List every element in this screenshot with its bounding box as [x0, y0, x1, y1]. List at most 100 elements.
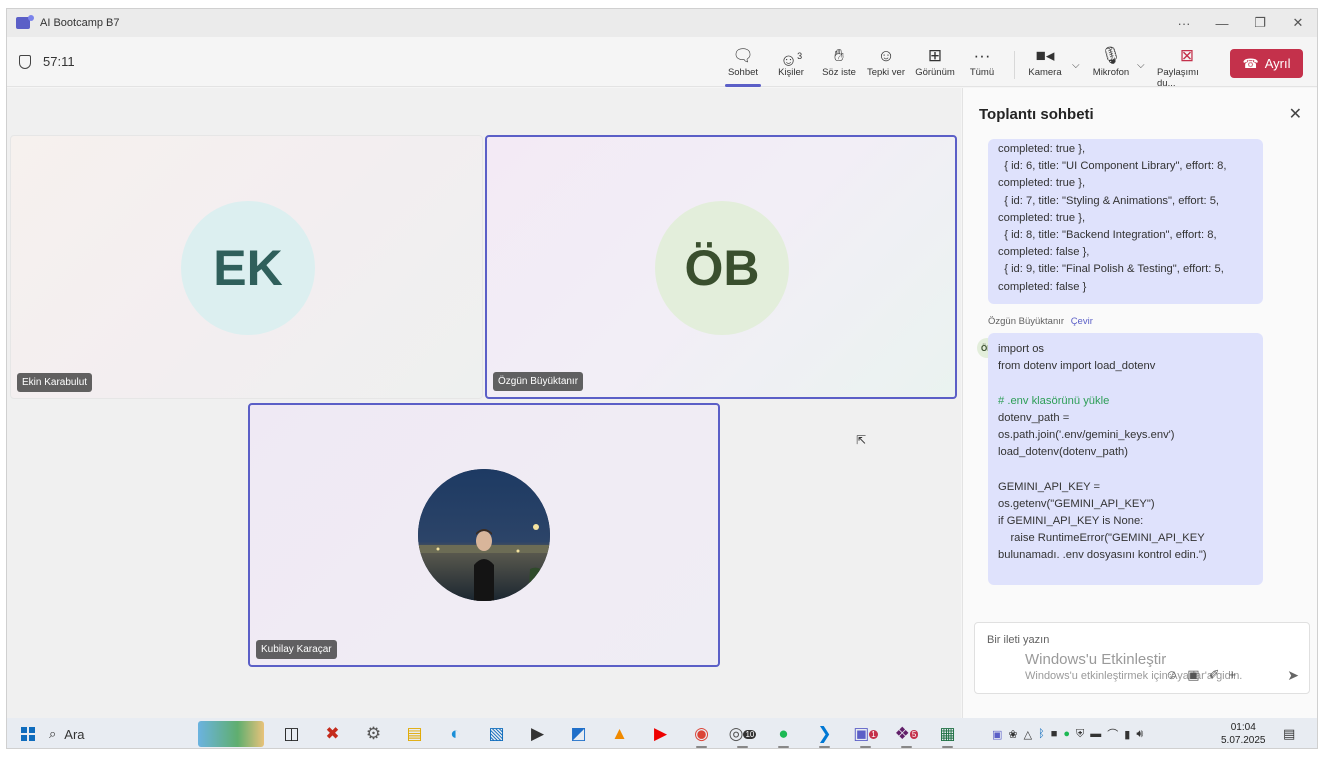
- camera-options-chevron-icon[interactable]: ⌵: [1072, 60, 1080, 71]
- participant-tile-kubilay[interactable]: Kubilay Karaçar: [248, 403, 720, 667]
- chrome-badge: 10: [743, 729, 757, 739]
- translate-link[interactable]: Çevir: [1071, 316, 1093, 327]
- attach-icon[interactable]: ✐: [1209, 667, 1220, 683]
- send-icon[interactable]: ➤: [1287, 667, 1299, 684]
- windows-start-icon[interactable]: [21, 727, 35, 741]
- react-button[interactable]: ☺ Tepki ver: [862, 45, 910, 85]
- share-button[interactable]: ⊠ Paylaşımı du...: [1157, 45, 1217, 89]
- react-label: Tepki ver: [866, 67, 905, 78]
- minimize-button[interactable]: —: [1203, 9, 1241, 37]
- message-compose-box[interactable]: Bir ileti yazın Windows'u Etkinleştir Wi…: [974, 622, 1310, 694]
- view-label: Görünüm: [915, 67, 955, 78]
- sender-name: Özgün Büyüktanır: [988, 316, 1065, 327]
- wifi-icon[interactable]: ⌒: [1107, 726, 1118, 742]
- chat-label: Sohbet: [727, 67, 759, 78]
- chat-button[interactable]: 🗨︎ Sohbet: [719, 45, 767, 87]
- chrome-profile-icon[interactable]: ◎ 10: [729, 720, 757, 748]
- teams-window: AI Bootcamp B7 ··· — ❐ ✕ 57:11 🗨︎ Sohbet…: [6, 8, 1318, 749]
- teams-taskbar-icon[interactable]: ▣ 1: [852, 720, 879, 748]
- meeting-toolbar: 57:11 🗨︎ Sohbet ☺︎3 Kişiler ✋︎ Söz iste …: [7, 37, 1317, 89]
- more-button[interactable]: ··· Tümü: [958, 45, 1006, 85]
- edge-icon[interactable]: ◐: [442, 720, 469, 748]
- chrome-icon[interactable]: ◉: [688, 720, 715, 748]
- code-text: dotenv_path = os.path.join('.env/gemini_…: [998, 411, 1207, 562]
- slack-badge: 5: [909, 729, 919, 739]
- clock-time: 01:04: [1230, 722, 1256, 733]
- camera-button[interactable]: ■◂ Kamera: [1021, 45, 1069, 85]
- leave-label: Ayrıl: [1264, 56, 1291, 71]
- hang-up-icon: ☎︎: [1242, 55, 1259, 71]
- title-bar: AI Bootcamp B7 ··· — ❐ ✕: [7, 9, 1317, 37]
- file-explorer-icon[interactable]: ▤: [401, 720, 428, 748]
- raise-hand-button[interactable]: ✋︎ Söz iste: [815, 45, 863, 85]
- window-controls: ··· — ❐ ✕: [1165, 9, 1317, 37]
- chat-message: completed: true }, { id: 6, title: "UI C…: [988, 139, 1263, 304]
- raise-hand-label: Söz iste: [822, 67, 856, 78]
- close-chat-icon[interactable]: ✕: [1289, 104, 1302, 124]
- mic-options-chevron-icon[interactable]: ⌵: [1137, 60, 1145, 71]
- tray-teams-icon[interactable]: ▣: [992, 728, 1002, 741]
- compose-placeholder: Bir ileti yazın: [987, 634, 1050, 646]
- meeting-chat-panel: Toplantı sohbeti ✕ completed: true }, { …: [962, 88, 1317, 718]
- excel-icon[interactable]: ▦: [934, 720, 961, 748]
- teams-icon: [16, 15, 34, 29]
- store-icon[interactable]: ▧: [483, 720, 510, 748]
- more-options-button[interactable]: ···: [1165, 9, 1203, 37]
- screen: AI Bootcamp B7 ··· — ❐ ✕ 57:11 🗨︎ Sohbet…: [0, 0, 1325, 757]
- mouse-pointer-icon: ⇱: [856, 433, 867, 447]
- media-player-icon[interactable]: ▶: [524, 720, 551, 748]
- close-window-button[interactable]: ✕: [1279, 9, 1317, 37]
- tray-spotify-icon[interactable]: ●: [1063, 728, 1070, 740]
- tray-app-icon[interactable]: ❀: [1008, 728, 1017, 741]
- profile-photo-image: [418, 469, 550, 601]
- photos-icon[interactable]: ◩: [565, 720, 592, 748]
- leave-button[interactable]: ☎︎ Ayrıl: [1230, 49, 1303, 78]
- teams-badge: 1: [869, 729, 878, 739]
- more-label: Tümü: [969, 67, 995, 78]
- grid-view-icon: ⊞: [927, 46, 943, 65]
- security-icon[interactable]: ⛨: [1076, 728, 1084, 741]
- tray-terminal-icon[interactable]: ■: [1051, 728, 1058, 740]
- taskbar-search[interactable]: ⌕ Ara: [49, 721, 264, 747]
- participant-tile-ekin[interactable]: EK Ekin Karabulut: [10, 135, 483, 399]
- vlc-icon[interactable]: ▲: [606, 720, 633, 748]
- gif-icon[interactable]: ▣: [1187, 667, 1199, 683]
- settings-icon[interactable]: ⚙: [360, 720, 387, 748]
- smiley-icon: ☺: [877, 46, 895, 65]
- slack-icon[interactable]: ❖ 5: [893, 720, 920, 748]
- toolbar-divider: [1014, 51, 1015, 79]
- timer-text: 57:11: [43, 54, 75, 69]
- watermark-title: Windows'u Etkinleştir: [1025, 651, 1167, 668]
- battery-icon[interactable]: ▮: [1124, 728, 1130, 741]
- camera-label: Kamera: [1028, 67, 1062, 78]
- bluetooth-icon[interactable]: ᛒ: [1038, 728, 1045, 740]
- notification-center-icon[interactable]: ▤: [1283, 726, 1295, 742]
- maximize-button[interactable]: ❐: [1241, 9, 1279, 37]
- xmind-icon[interactable]: ✖: [319, 720, 346, 748]
- view-button[interactable]: ⊞ Görünüm: [911, 45, 959, 85]
- mic-button[interactable]: 🎙︎ Mikrofon: [1087, 45, 1135, 85]
- search-highlight-image: [198, 721, 264, 747]
- plus-icon[interactable]: +: [1228, 667, 1236, 683]
- task-view-icon[interactable]: ◫: [278, 720, 305, 748]
- volume-icon[interactable]: 🔊︎: [1136, 728, 1143, 741]
- more-dots-icon: ···: [973, 46, 991, 65]
- window-title: AI Bootcamp B7: [40, 17, 120, 29]
- tray-drive-icon[interactable]: △: [1024, 728, 1032, 741]
- avatar-photo: [418, 469, 550, 601]
- vscode-icon[interactable]: ❯: [811, 720, 838, 748]
- shield-icon: [19, 54, 31, 69]
- avatar-ob: ÖB: [655, 201, 789, 335]
- emoji-icon[interactable]: ☺: [1165, 667, 1178, 683]
- taskbar-clock[interactable]: 01:04 5.07.2025: [1221, 721, 1266, 747]
- camera-off-icon: ■◂: [1035, 46, 1055, 65]
- tray-device-icon[interactable]: ▬: [1090, 728, 1101, 740]
- youtube-icon[interactable]: ▶: [647, 720, 674, 748]
- spotify-icon[interactable]: ●: [770, 720, 797, 748]
- people-button[interactable]: ☺︎3 Kişiler: [767, 45, 815, 85]
- clock-date: 5.07.2025: [1221, 735, 1266, 746]
- mic-label: Mikrofon: [1092, 67, 1130, 78]
- video-stage: EK Ekin Karabulut ÖB Özgün Büyüktanır Ku…: [7, 88, 961, 718]
- participant-tile-ozgun[interactable]: ÖB Özgün Büyüktanır: [485, 135, 957, 399]
- people-label: Kişiler: [778, 67, 804, 78]
